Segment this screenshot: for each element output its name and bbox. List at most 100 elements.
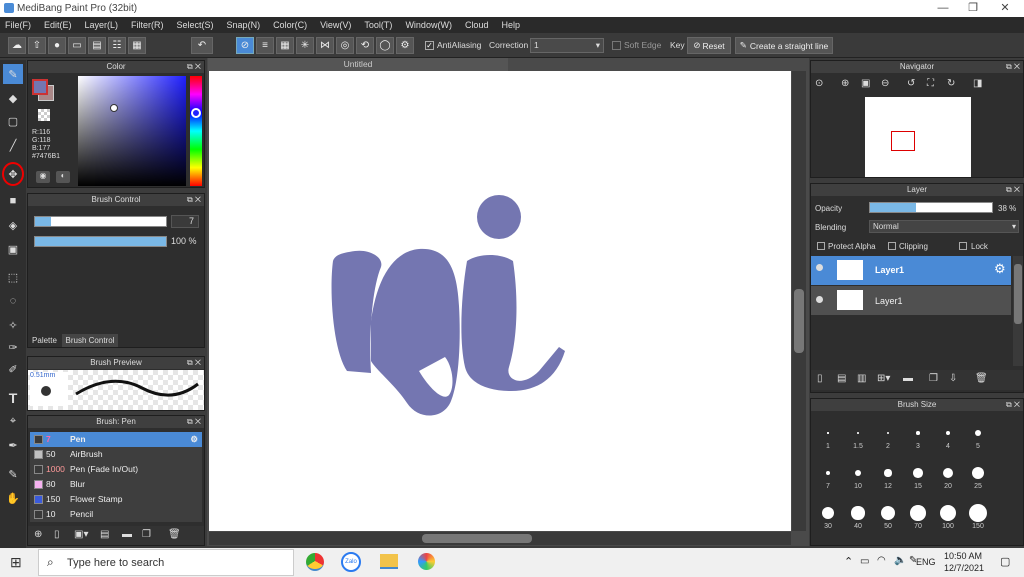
brush-delete-icon[interactable]: 🗑 [168,529,181,540]
hue-slider-handle[interactable] [191,108,201,118]
document-icon[interactable]: ▤ [88,37,106,54]
brush-size-option[interactable]: 30 [813,495,843,533]
select-pen-tool-icon[interactable]: ✑ [3,337,23,357]
new-8bit-layer-icon[interactable]: ▥ [857,373,866,384]
layer-scrollbar[interactable] [1013,256,1023,366]
add-brush-icon[interactable]: ⊕ [34,529,42,540]
menu-tool[interactable]: Tool(T) [364,20,392,30]
close-button[interactable]: ✕ [990,0,1020,17]
transparent-swatch[interactable] [38,109,50,121]
fill-rect-tool-icon[interactable]: ■ [3,191,23,211]
correction-select[interactable]: 1 ▾ [530,38,604,53]
foreground-color-swatch[interactable] [32,79,48,95]
circle-snap-icon[interactable]: ◎ [336,37,354,54]
brush-item-flower-stamp[interactable]: 150 Flower Stamp [30,492,202,507]
merge-layer-icon[interactable]: ⇩ [949,373,957,384]
visibility-eye-icon[interactable] [816,296,823,303]
grid-snap-icon[interactable]: ▦ [276,37,294,54]
chrome-icon[interactable] [306,553,324,571]
radial-snap-icon[interactable]: ✳ [296,37,314,54]
new-halftone-layer-icon[interactable]: ▤ [837,373,846,384]
menu-cloud[interactable]: Cloud [465,20,489,30]
perspective-snap-icon[interactable]: ⋈ [316,37,334,54]
lock-checkbox[interactable] [959,242,967,250]
zoom-fit-icon[interactable]: ⊙ [815,78,823,89]
brush-item-airbrush[interactable]: 50 AirBrush [30,447,202,462]
panel-close-icon[interactable]: ⧉ ✕ [187,357,201,369]
minimize-button[interactable]: — [928,0,958,17]
brush-size-option[interactable]: 1.5 [843,415,873,453]
settings-icon[interactable]: ⚙ [396,37,414,54]
menu-window[interactable]: Window(W) [405,20,452,30]
create-straight-line-button[interactable]: ✎ Create a straight line [735,37,833,54]
menu-select[interactable]: Select(S) [177,20,214,30]
brush-size-option[interactable]: 20 [933,455,963,493]
panel-close-icon[interactable]: ⧉ ✕ [187,416,201,428]
soft-edge-checkbox[interactable] [612,41,621,50]
fullscreen-icon[interactable]: ⛶ [927,78,934,89]
layer-folder-icon[interactable]: ▬ [903,373,913,384]
palette-add-icon[interactable]: ◉ [36,171,50,183]
tab-palette[interactable]: Palette [28,334,61,347]
brush-opacity-slider[interactable] [34,236,167,247]
wifi-icon[interactable]: ◠ [877,555,886,566]
panel-close-icon[interactable]: ⧉ ✕ [187,61,201,73]
panel-close-icon[interactable]: ⧉ ✕ [1006,184,1020,196]
chat-icon[interactable]: ▭ [68,37,86,54]
language-indicator[interactable]: ENG [916,557,936,567]
eraser-tool-icon[interactable]: ◆ [3,88,23,108]
add-layer-menu-icon[interactable]: ⊞▾ [877,373,890,384]
panel-close-icon[interactable]: ⧉ ✕ [1006,61,1020,73]
medibang-icon[interactable] [418,553,435,570]
brush-item-pen-fade[interactable]: 1000 Pen (Fade In/Out) [30,462,202,477]
hand-tool-icon[interactable]: ✋ [3,488,23,508]
notification-icon[interactable]: ▢ [1000,555,1010,568]
rotate-left-icon[interactable]: ↺ [907,78,915,89]
gradient-tool-icon[interactable]: ▣ [3,239,23,259]
menu-filter[interactable]: Filter(R) [131,20,164,30]
brush-size-option[interactable]: 50 [873,495,903,533]
rotate-right-icon[interactable]: ↻ [947,78,955,89]
palette-edit-icon[interactable]: ◐ [56,171,70,183]
horizontal-scrollbar[interactable] [209,532,791,545]
gear-icon[interactable]: ⚙ [994,261,1006,277]
menu-color[interactable]: Color(C) [273,20,307,30]
brush-size-option[interactable]: 7 [813,455,843,493]
brush-size-option[interactable]: 2 [873,415,903,453]
drawing-canvas[interactable] [209,71,791,531]
brush-copy-icon[interactable]: ❐ [142,529,151,540]
brush-size-option[interactable]: 1 [813,415,843,453]
tray-chevron-icon[interactable]: ⌃ [844,555,853,568]
brush-size-option[interactable]: 40 [843,495,873,533]
maximize-button[interactable]: ❐ [958,0,988,17]
undo-icon[interactable]: ↶ [191,37,213,54]
menu-help[interactable]: Help [501,20,520,30]
text-tool-icon[interactable]: T [3,388,23,408]
antialias-checkbox[interactable]: ✓ [425,41,434,50]
brush-size-option[interactable]: 70 [903,495,933,533]
vertical-scrollbar[interactable] [792,71,806,531]
navigator-preview[interactable] [865,97,971,177]
delete-layer-icon[interactable]: 🗑 [975,373,988,384]
brush-size-value[interactable]: 7 [171,215,199,228]
visibility-eye-icon[interactable] [816,264,823,271]
brush-folder-icon[interactable]: ▬ [122,529,132,540]
upload-icon[interactable]: ⇧ [28,37,46,54]
layer-row-selected[interactable]: Layer1 ⚙ [811,256,1011,285]
windows-start-icon[interactable]: ⊞ [10,554,22,571]
brush-settings-icon[interactable]: ▤ [100,529,109,540]
brush-size-option[interactable]: 5 [963,415,993,453]
brush-size-slider[interactable] [34,216,167,227]
brush-item-blur[interactable]: 80 Blur [30,477,202,492]
fit-window-icon[interactable]: ▣ [861,78,870,89]
snap-off-icon[interactable]: ⊘ [236,37,254,54]
new-brush-icon[interactable]: ▯ [54,529,60,540]
eyedropper-tool-icon[interactable]: ✎ [3,464,23,484]
grid-icon[interactable]: ▦ [128,37,146,54]
clipping-checkbox[interactable] [888,242,896,250]
operation-tool-icon[interactable]: ⌖ [3,411,23,431]
zalo-icon[interactable]: Zalo [341,552,361,572]
color-picker-cursor[interactable] [110,104,118,112]
brush-menu-icon[interactable]: ▣▾ [74,529,88,540]
color-picker-area[interactable] [78,76,186,186]
